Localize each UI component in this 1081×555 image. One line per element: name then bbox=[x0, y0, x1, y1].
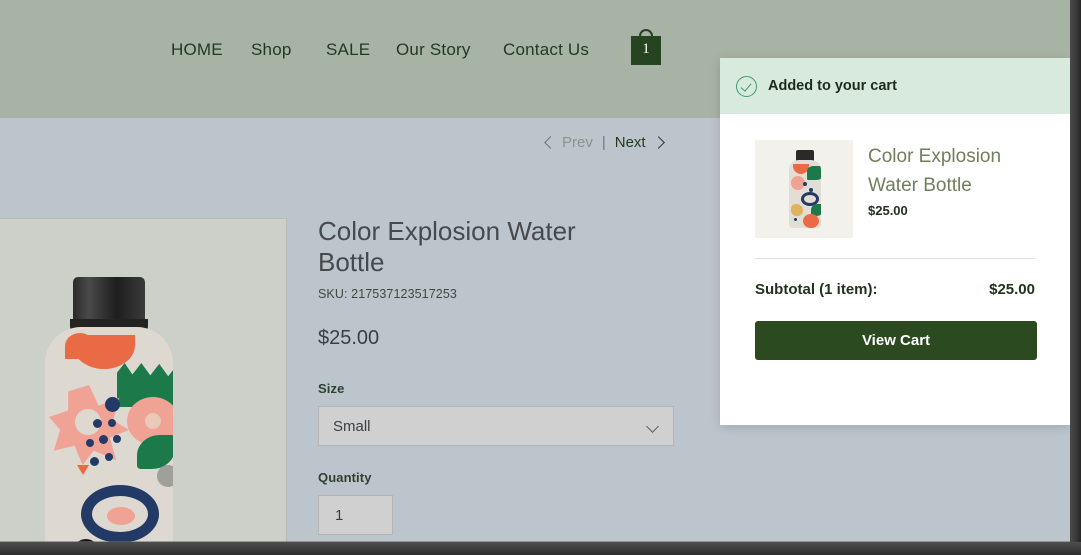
page-viewport: HOME Shop SALE Our Story Contact Us 1 Pr… bbox=[0, 0, 1070, 543]
cart-item-price: $25.00 bbox=[868, 202, 908, 218]
window-frame-bottom-edge bbox=[0, 542, 1081, 555]
cart-line-item: Color Explosion Water Bottle $25.00 bbox=[720, 114, 1070, 238]
size-dropdown[interactable]: Small bbox=[318, 406, 674, 447]
product-title: Color Explosion Water Bottle bbox=[318, 216, 576, 278]
pager-separator: | bbox=[601, 134, 606, 151]
quantity-label: Quantity bbox=[318, 470, 372, 486]
nav-item-home[interactable]: HOME bbox=[171, 40, 223, 60]
chevron-right-icon bbox=[651, 136, 665, 149]
cart-subtotal-row: Subtotal (1 item): $25.00 bbox=[755, 281, 1035, 298]
pager-next-link[interactable]: Next bbox=[615, 134, 646, 151]
nav-item-shop[interactable]: Shop bbox=[251, 40, 292, 60]
cart-item-info: Color Explosion Water Bottle $25.00 bbox=[868, 140, 1003, 238]
size-field-group: Size Small bbox=[318, 381, 698, 447]
product-image-gallery[interactable] bbox=[0, 218, 287, 543]
cart-icon-button[interactable]: 1 bbox=[631, 27, 661, 65]
cart-subtotal-label: Subtotal (1 item): bbox=[755, 281, 878, 298]
cart-subtotal-value: $25.00 bbox=[989, 281, 1035, 298]
cart-added-notice: Added to your cart bbox=[720, 58, 1070, 114]
cart-flyout-panel: Added to your cart Color Explosion Water… bbox=[720, 58, 1070, 425]
browser-window: HOME Shop SALE Our Story Contact Us 1 Pr… bbox=[0, 0, 1081, 555]
product-image bbox=[45, 277, 173, 542]
product-sku: SKU: 217537123517253 bbox=[318, 287, 457, 302]
cart-divider bbox=[755, 258, 1035, 259]
nav-item-our-story[interactable]: Our Story bbox=[396, 40, 471, 60]
chevron-left-icon bbox=[544, 136, 557, 149]
product-info: Color Explosion Water Bottle SKU: 217537… bbox=[318, 216, 698, 536]
bottle-cap bbox=[73, 277, 145, 323]
quantity-field-group: Quantity 1 bbox=[318, 470, 698, 536]
product-pager: Prev | Next bbox=[544, 134, 665, 151]
size-label: Size bbox=[318, 381, 345, 397]
cart-item-count-badge: 1 bbox=[642, 41, 650, 57]
nav-item-sale[interactable]: SALE bbox=[326, 40, 370, 60]
quantity-input[interactable]: 1 bbox=[318, 495, 393, 536]
bottle-thumbnail-image bbox=[789, 150, 821, 228]
size-selected-value: Small bbox=[333, 417, 371, 435]
window-frame-right-edge bbox=[1070, 0, 1081, 555]
cart-item-thumbnail[interactable] bbox=[755, 140, 853, 238]
check-circle-icon bbox=[736, 75, 757, 97]
view-cart-button[interactable]: View Cart bbox=[755, 321, 1037, 360]
chevron-down-icon bbox=[646, 420, 659, 434]
nav-item-contact-us[interactable]: Contact Us bbox=[503, 40, 589, 60]
cart-item-name[interactable]: Color Explosion Water Bottle bbox=[868, 142, 1003, 201]
product-price: $25.00 bbox=[318, 327, 380, 350]
cart-notice-text: Added to your cart bbox=[768, 78, 897, 94]
pager-prev-link[interactable]: Prev bbox=[562, 134, 593, 151]
bottle-body bbox=[45, 327, 173, 542]
bottle-body bbox=[789, 160, 821, 228]
